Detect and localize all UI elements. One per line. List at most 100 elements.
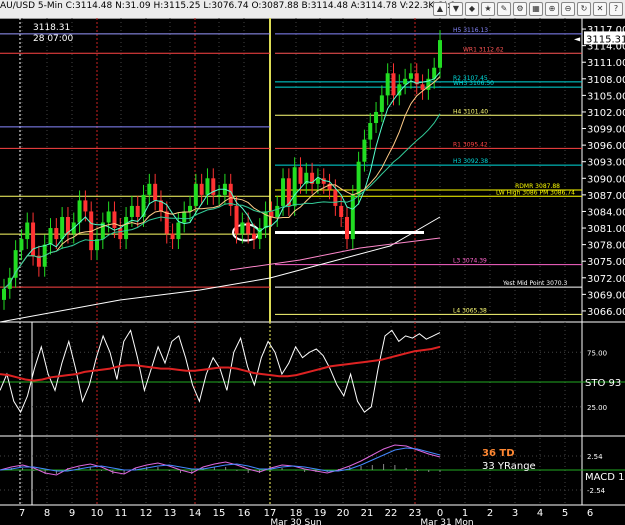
macd-tick-label: -2.54	[587, 487, 606, 495]
candle-body	[124, 216, 129, 240]
macd-name: MACD 1	[585, 472, 625, 483]
price-tick-label: 3108.00	[587, 75, 625, 86]
price-tick-label: 3072.00	[587, 274, 625, 285]
price-chart: H5 3116.13WR1 3112.62R2 3107.45WH3 3106.…	[0, 18, 625, 525]
candle-body	[13, 250, 18, 278]
time-tick-label: 16	[238, 508, 251, 519]
candle-body	[333, 189, 338, 206]
time-tick-label: 7	[19, 508, 25, 519]
level-label: L3 3074.39	[453, 258, 487, 265]
time-tick-label: 10	[91, 508, 104, 519]
candle-body	[403, 78, 408, 85]
macd-tick-label: 2.54	[587, 453, 603, 461]
sto-k-line	[0, 329, 441, 414]
candle-body	[19, 239, 24, 251]
info-price: 3118.31	[33, 23, 70, 33]
session-label: Mar 31 Mon	[420, 518, 473, 525]
price-tick-label: 3075.00	[587, 257, 625, 268]
level-label: H4 3101.40	[453, 108, 488, 115]
candle-body	[129, 205, 134, 217]
price-tick-label: 3081.00	[587, 224, 625, 235]
candle-body	[275, 205, 280, 217]
sto-name: STO 93	[585, 378, 621, 389]
time-tick-label: 14	[189, 508, 202, 519]
level-label: H5 3116.13	[453, 27, 488, 34]
candle-body	[153, 183, 158, 201]
candle-body	[379, 95, 384, 112]
candle-body	[344, 216, 349, 240]
price-tick-label: 3090.00	[587, 174, 625, 185]
price-tick-label: 3069.00	[587, 290, 625, 301]
time-tick-label: 8	[44, 508, 50, 519]
candle-body	[246, 222, 251, 234]
time-tick-label: 15	[213, 508, 226, 519]
ma-long-line-2	[229, 237, 441, 271]
price-tick-label: 3096.00	[587, 141, 625, 152]
candle-body	[54, 228, 59, 240]
candle-body	[83, 200, 88, 212]
last-price-label: 3115.31	[586, 34, 625, 45]
sto-tick-label: 75.00	[587, 349, 607, 357]
candle-body	[292, 167, 297, 206]
candle-body	[60, 216, 65, 240]
price-tick-label: 3102.00	[587, 108, 625, 119]
level-label: L4 3065.38	[453, 307, 487, 314]
time-tick-label: 6	[587, 508, 593, 519]
candle-body	[298, 167, 303, 184]
candle-body	[25, 222, 30, 240]
candle-body	[118, 228, 123, 240]
time-tick-label: 11	[115, 508, 128, 519]
candle-body	[112, 211, 117, 229]
candle-body	[339, 205, 344, 217]
candle-body	[193, 183, 198, 206]
candle-body	[240, 222, 245, 234]
time-tick-label: 13	[164, 508, 177, 519]
time-tick-label: 20	[337, 508, 350, 519]
macd-annotation-td: 36 TD	[482, 448, 515, 459]
candle-body	[420, 84, 425, 90]
candle-body	[141, 194, 146, 217]
candle-body	[385, 73, 390, 96]
price-tick-label: 3093.00	[587, 158, 625, 169]
price-tick-label: 3066.00	[587, 307, 625, 318]
candle-body	[170, 233, 175, 240]
time-tick-label: 9	[69, 508, 75, 519]
level-label: R1 3095.42	[453, 141, 488, 148]
candle-body	[438, 40, 442, 68]
candle-body	[135, 205, 140, 217]
time-tick-label: 3	[512, 508, 518, 519]
price-tick-label: 3099.00	[587, 125, 625, 136]
candle-body	[147, 183, 152, 195]
level-label: H3 3092.38	[453, 158, 488, 165]
candle-body	[368, 123, 373, 140]
level-label: WH3 3106.50	[453, 80, 494, 87]
candle-body	[362, 139, 367, 162]
price-tick-label: 3087.00	[587, 191, 625, 202]
candle-body	[48, 228, 53, 245]
time-tick-label: 5	[562, 508, 568, 519]
price-tick-label: 3111.00	[587, 58, 625, 69]
candle-body	[2, 288, 6, 300]
candle-body	[199, 183, 204, 195]
candle-body	[164, 211, 169, 234]
price-tick-label: 3078.00	[587, 241, 625, 252]
info-time: 28 07:00	[33, 34, 74, 44]
candle-body	[251, 233, 256, 240]
price-tick-label: 3105.00	[587, 91, 625, 102]
time-tick-label: 12	[140, 508, 153, 519]
sto-tick-label: 25.00	[587, 404, 607, 412]
candle-body	[77, 200, 82, 223]
level-label: LW High 3086 PM 3086.74	[496, 189, 575, 196]
level-label: Yest Mid Point 3070.3	[502, 280, 567, 287]
macd-signal-line	[0, 447, 441, 472]
last-price-arrow: ◄	[574, 34, 581, 43]
level-label: WR1 3112.62	[463, 46, 504, 53]
candle-body	[182, 211, 187, 223]
ma-fast-line	[3, 71, 441, 290]
candle-body	[356, 161, 361, 195]
candle-body	[374, 111, 379, 124]
session-label: Mar 30 Sun	[270, 518, 321, 525]
candle-body	[234, 205, 239, 234]
ma-mid-line	[3, 76, 441, 290]
time-tick-label: 22	[385, 508, 398, 519]
